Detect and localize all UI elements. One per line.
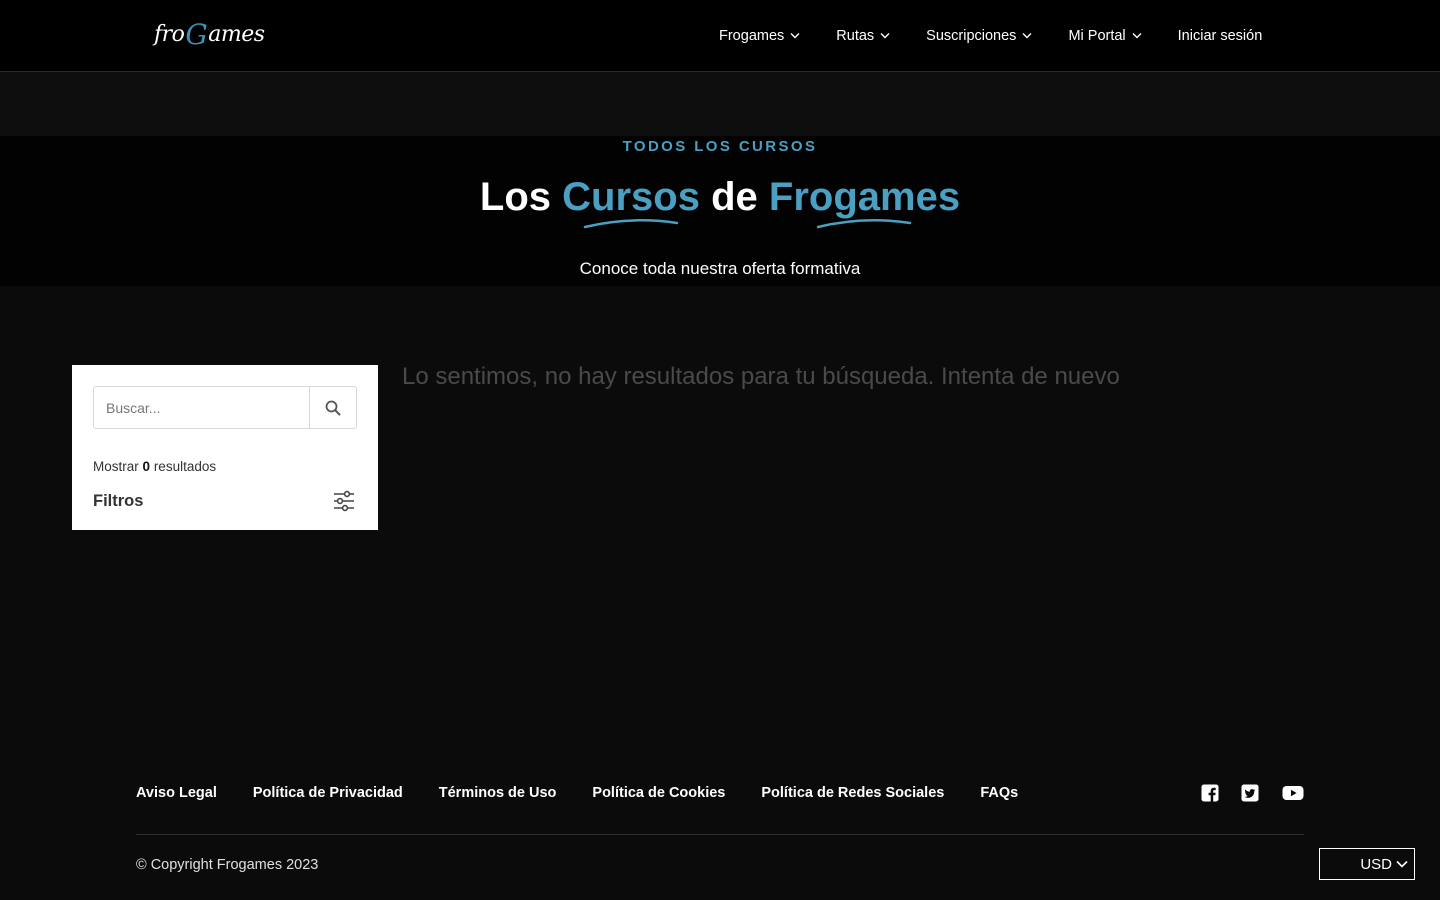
nav-item-label: Mi Portal: [1068, 27, 1126, 44]
filter-panel: Mostrar 0 resultados Filtros: [72, 365, 378, 530]
nav-item-label: Rutas: [836, 27, 875, 44]
search-icon: [325, 400, 341, 415]
site-header: fro Games Frogames Rutas Suscripciones Mi…: [0, 0, 1440, 72]
nav-item-label: Iniciar sesión: [1177, 27, 1263, 44]
results-suffix: resultados: [153, 459, 217, 474]
nav-item-mi-portal[interactable]: Mi Portal: [1068, 27, 1142, 44]
footer-link-cookies[interactable]: Política de Cookies: [592, 785, 725, 801]
chevron-down-icon: [1022, 33, 1032, 39]
nav-item-frogames[interactable]: Frogames: [719, 28, 800, 44]
footer-divider: [136, 834, 1304, 835]
youtube-link[interactable]: [1282, 784, 1304, 802]
hero-title-accent-text: Frogames: [768, 175, 961, 219]
footer-link-terminos[interactable]: Términos de Uso: [439, 785, 557, 801]
results-number: 0: [142, 459, 151, 474]
results-prefix: Mostrar: [93, 459, 139, 474]
youtube-icon: [1282, 786, 1304, 800]
hero-subtitle: Conoce toda nuestra oferta formativa: [579, 259, 861, 278]
hero-title-accent: Frogames: [768, 175, 961, 229]
nav-item-suscripciones[interactable]: Suscripciones: [926, 28, 1032, 44]
hero-title-accent: Cursos: [562, 175, 700, 229]
nav-item-rutas[interactable]: Rutas: [836, 28, 890, 44]
footer-link-faqs[interactable]: FAQs: [980, 785, 1018, 801]
site-logo[interactable]: fro Games: [154, 17, 265, 51]
hero-title-part: Los: [479, 175, 552, 219]
chevron-down-icon: [880, 33, 890, 39]
hero-kicker: TODOS LOS CURSOS: [622, 138, 818, 155]
sliders-icon[interactable]: [332, 490, 356, 512]
twitter-icon: [1241, 784, 1259, 802]
chevron-down-icon: [1396, 860, 1408, 868]
filters-label: Filtros: [93, 492, 144, 510]
chevron-down-icon: [790, 33, 800, 39]
hero-title-part: de: [711, 175, 758, 219]
currency-value: USD: [1360, 855, 1392, 873]
copyright-text: © Copyright Frogames 2023: [136, 857, 319, 873]
search-box: [93, 386, 357, 429]
footer-link-redes-sociales[interactable]: Política de Redes Sociales: [761, 785, 944, 801]
twitter-link[interactable]: [1241, 784, 1259, 802]
results-count: Mostrar 0 resultados: [93, 459, 216, 474]
underline-swash-icon: [817, 219, 912, 229]
logo-g-mark: G: [185, 17, 208, 51]
currency-selector[interactable]: USD: [1319, 848, 1415, 880]
facebook-link[interactable]: [1201, 784, 1219, 802]
logo-text-ames: ames: [208, 21, 265, 47]
logo-text-fro: fro: [154, 21, 185, 47]
footer-link-aviso-legal[interactable]: Aviso Legal: [136, 785, 217, 801]
search-input[interactable]: [94, 387, 309, 428]
nav-item-login[interactable]: Iniciar sesión: [1178, 28, 1263, 44]
facebook-icon: [1201, 784, 1219, 802]
main-nav: Frogames Rutas Suscripciones Mi Portal I…: [719, 0, 1262, 71]
nav-item-label: Frogames: [719, 27, 785, 44]
chevron-down-icon: [1132, 33, 1142, 39]
hero-title: Los Cursos de Frogames: [0, 175, 1440, 229]
footer-link-privacidad[interactable]: Política de Privacidad: [253, 785, 403, 801]
footer-links: Aviso Legal Política de Privacidad Térmi…: [136, 785, 1054, 801]
hero-title-accent-text: Cursos: [562, 175, 700, 219]
nav-item-label: Suscripciones: [926, 27, 1017, 44]
empty-results-message: Lo sentimos, no hay resultados para tu b…: [402, 363, 1120, 390]
search-button[interactable]: [309, 387, 356, 428]
underline-swash-icon: [583, 219, 679, 229]
hero-top-band: [0, 72, 1440, 136]
